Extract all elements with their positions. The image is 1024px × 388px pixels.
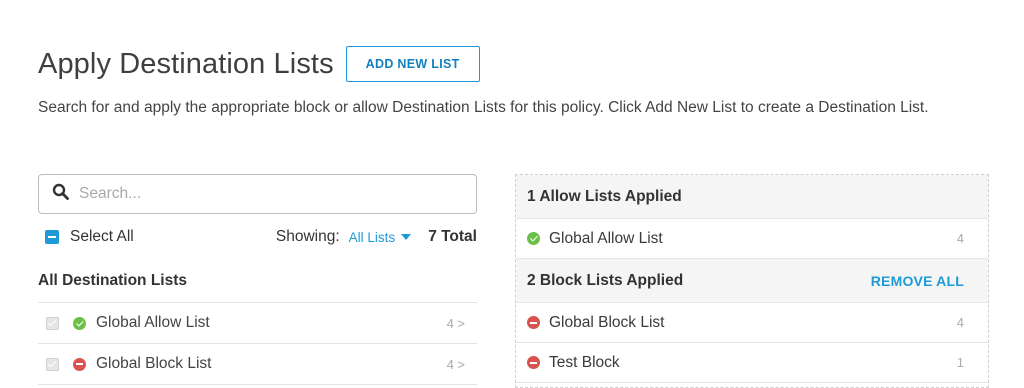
showing-filter: Showing: All Lists 7 Total: [276, 228, 477, 246]
applied-item-count: 4: [956, 315, 964, 330]
allow-check-icon: [527, 232, 540, 245]
allow-lists-applied-header: 1 Allow Lists Applied: [516, 175, 988, 219]
page-title: Apply Destination Lists: [38, 47, 334, 80]
list-item-checkbox[interactable]: [46, 316, 59, 330]
list-item-checkbox[interactable]: [46, 357, 59, 371]
applied-item-name: Global Allow List: [549, 229, 663, 247]
applied-item-name: Test Block: [549, 353, 620, 371]
list-item-name: Global Block List: [96, 355, 212, 372]
title-row: Apply Destination Lists ADD NEW LIST: [38, 46, 480, 82]
search-box[interactable]: [38, 174, 477, 214]
block-lists-applied-title: 2 Block Lists Applied: [527, 271, 684, 289]
list-item-name: Global Allow List: [96, 314, 210, 331]
showing-dropdown[interactable]: All Lists: [349, 230, 396, 245]
list-item[interactable]: Global Allow List 4 >: [38, 303, 477, 344]
list-controls: Select All Showing: All Lists 7 Total: [38, 214, 477, 260]
search-input[interactable]: [77, 184, 476, 204]
applied-item-name: Global Block List: [549, 313, 665, 331]
total-count: 7 Total: [428, 228, 477, 245]
showing-label: Showing:: [275, 228, 340, 245]
remove-all-button[interactable]: REMOVE ALL: [871, 273, 964, 289]
page-description: Search for and apply the appropriate blo…: [38, 99, 929, 116]
search-icon: [52, 183, 69, 205]
select-all-toggle[interactable]: Select All: [45, 228, 134, 246]
block-minus-icon: [527, 356, 540, 369]
applied-lists-panel: 1 Allow Lists Applied Global Allow List …: [515, 174, 989, 388]
list-item[interactable]: Global Block List 4 >: [38, 344, 477, 385]
all-lists-panel: Select All Showing: All Lists 7 Total Al…: [38, 174, 477, 385]
list-item-count[interactable]: 4 >: [447, 357, 465, 372]
caret-down-icon[interactable]: [401, 234, 412, 240]
list-item-count[interactable]: 4 >: [447, 316, 465, 331]
allow-lists-applied-title: 1 Allow Lists Applied: [527, 187, 682, 205]
applied-item-count: 1: [956, 355, 964, 370]
block-minus-icon: [527, 316, 540, 329]
block-lists-applied-header: 2 Block Lists Applied REMOVE ALL: [516, 259, 988, 303]
applied-item-count: 4: [956, 231, 964, 246]
applied-block-item: Global Block List 4: [516, 303, 988, 343]
all-lists-heading: All Destination Lists: [38, 260, 477, 303]
select-all-checkbox[interactable]: [45, 230, 59, 244]
allow-check-icon: [73, 316, 86, 330]
add-new-list-button[interactable]: ADD NEW LIST: [345, 46, 480, 82]
block-minus-icon: [73, 357, 86, 371]
applied-block-item: Test Block 1: [516, 343, 988, 383]
select-all-label: Select All: [70, 228, 134, 245]
applied-allow-item: Global Allow List 4: [516, 219, 988, 259]
